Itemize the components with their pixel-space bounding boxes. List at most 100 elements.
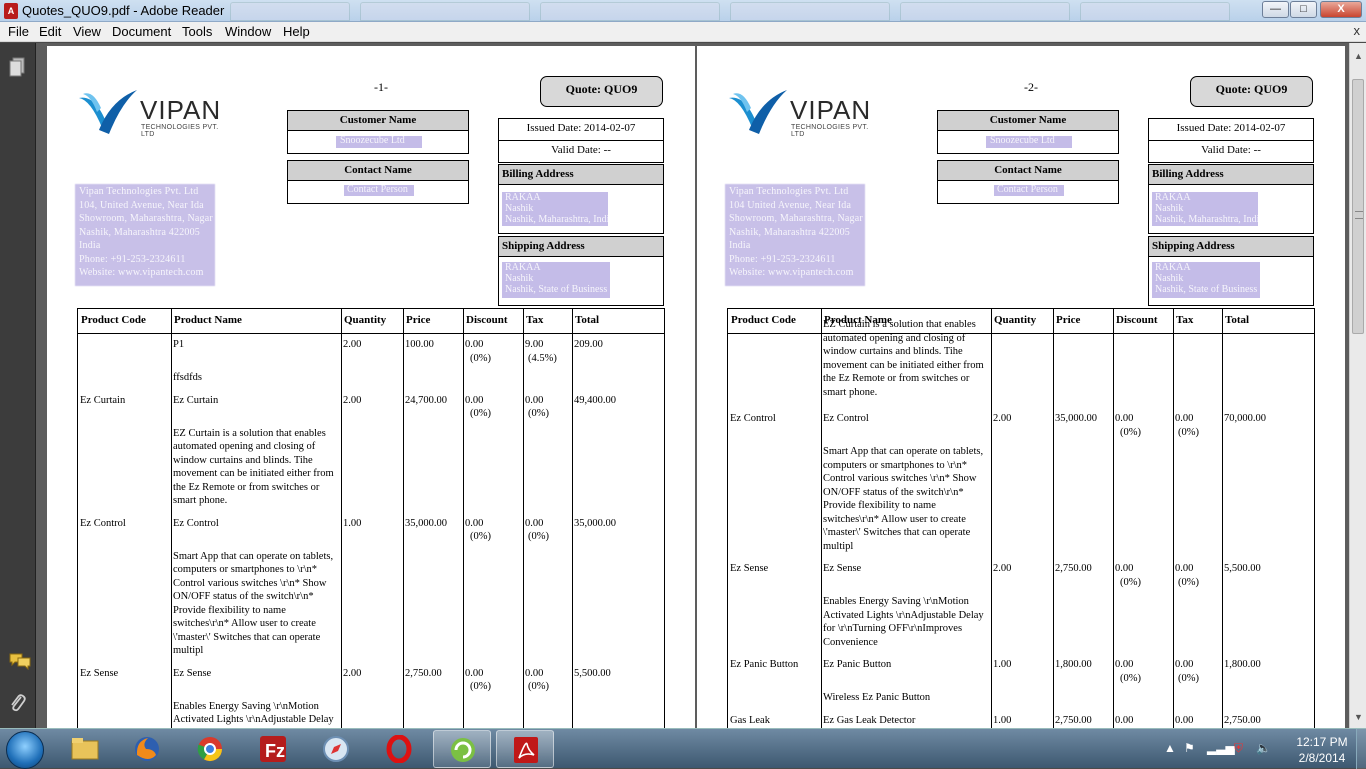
tax: 0.00 xyxy=(1175,714,1194,726)
table-header: Discount xyxy=(466,314,508,326)
taskbar-app[interactable] xyxy=(181,730,239,768)
discount-percent: (0%) xyxy=(470,531,491,542)
logo-subtitle: TECHNOLOGIES PVT. LTD xyxy=(141,124,219,138)
show-hidden-icons-icon[interactable]: ▲ xyxy=(1164,741,1176,755)
scroll-down-arrow-icon[interactable]: ▼ xyxy=(1354,712,1363,722)
pages-icon[interactable] xyxy=(9,57,27,77)
taskbar-app[interactable] xyxy=(307,730,365,768)
action-center-flag-icon[interactable]: ⚑ xyxy=(1184,741,1195,755)
taskbar-app[interactable] xyxy=(433,730,491,768)
close-button[interactable]: X xyxy=(1320,1,1362,18)
billing-address-label: Billing Address xyxy=(498,164,664,185)
menu-file[interactable]: File xyxy=(8,23,29,40)
taskbar-app[interactable] xyxy=(496,730,554,768)
window-title: Quotes_QUO9.pdf - Adobe Reader xyxy=(22,3,225,18)
taskbar-app[interactable] xyxy=(56,730,114,768)
product-description: Enables Energy Saving \r\nMotion Activat… xyxy=(823,596,984,648)
contact-name-value: Contact Person xyxy=(997,185,1058,195)
price: 2,750.00 xyxy=(405,667,442,679)
minimize-button[interactable]: — xyxy=(1262,1,1289,18)
app-icon xyxy=(448,736,478,764)
company-address-line: Website: www.vipantech.com xyxy=(729,267,854,278)
tax-percent: (0%) xyxy=(528,531,549,542)
comments-icon[interactable] xyxy=(9,652,31,671)
taskbar-app[interactable] xyxy=(118,730,176,768)
start-button[interactable] xyxy=(6,731,44,769)
menu-tools[interactable]: Tools xyxy=(182,23,212,40)
shipping-address-line: RAKAA xyxy=(505,262,541,273)
company-address-line: Website: www.vipantech.com xyxy=(79,267,204,278)
discount-percent: (0%) xyxy=(470,681,491,692)
shipping-address-box: RAKAA Nashik Nashik, State of Business xyxy=(498,257,664,306)
logo-wordmark: VIPAN xyxy=(790,95,872,125)
company-address-line: 104, United Avenue, Near Ida xyxy=(79,199,204,211)
menu-view[interactable]: View xyxy=(73,23,101,40)
table-header: Discount xyxy=(1116,314,1158,326)
contact-name-label: Contact Name xyxy=(287,160,469,181)
table-header: Product Name xyxy=(174,314,242,326)
discount-percent: (0%) xyxy=(470,408,491,419)
quantity: 1.00 xyxy=(993,659,1012,670)
discount-percent: (0%) xyxy=(1120,426,1141,438)
tax: 0.00 xyxy=(1175,413,1194,424)
menu-bar: File Edit View Document Tools Window Hel… xyxy=(0,22,1366,42)
customer-name-box: Snoozecube Ltd xyxy=(937,131,1119,154)
product-name: Ez Curtain xyxy=(173,394,219,406)
product-description: Smart App that can operate on tablets, c… xyxy=(823,446,984,552)
menu-document[interactable]: Document xyxy=(112,23,171,40)
table-header: Tax xyxy=(1176,314,1194,326)
product-description: ffsdfds xyxy=(173,372,202,383)
table-header: Product Code xyxy=(81,314,146,326)
pdf-icon: A xyxy=(4,3,18,19)
attachments-icon[interactable] xyxy=(9,693,27,712)
taskbar-app[interactable] xyxy=(370,730,428,768)
company-address-line: Phone: +91-253-2324611 xyxy=(729,253,836,265)
clock-time[interactable]: 12:17 PM xyxy=(1292,735,1352,749)
scrollbar-thumb[interactable] xyxy=(1352,79,1364,334)
price: 1,800.00 xyxy=(1055,659,1092,670)
taskbar-app[interactable]: Fz xyxy=(244,730,302,768)
billing-address-line: Nashik xyxy=(1155,203,1184,214)
discount-percent: (0%) xyxy=(470,352,491,364)
scroll-up-arrow-icon[interactable]: ▲ xyxy=(1354,51,1363,61)
product-description: Wireless Ez Panic Button xyxy=(823,692,931,703)
shipping-address-line: RAKAA xyxy=(1155,262,1191,273)
company-address-line: Phone: +91-253-2324611 xyxy=(79,253,186,265)
antivirus-shield-icon[interactable]: ⛨ xyxy=(1234,741,1243,756)
contact-name-box: Contact Person xyxy=(937,181,1119,204)
volume-icon[interactable]: 🔈 xyxy=(1256,741,1271,755)
contact-name-value: Contact Person xyxy=(347,185,408,195)
network-icon[interactable]: ▂▃▅ xyxy=(1207,741,1235,755)
vertical-scrollbar[interactable]: ▲ ▼ xyxy=(1349,43,1366,728)
menu-edit[interactable]: Edit xyxy=(39,23,61,40)
product-description: EZ Curtain is a solution that enables au… xyxy=(173,427,334,507)
product-name: Ez Gas Leak Detector xyxy=(823,714,916,726)
maximize-button[interactable]: □ xyxy=(1290,1,1317,18)
company-logo: VIPAN TECHNOLOGIES PVT. LTD xyxy=(77,86,227,142)
menu-help[interactable]: Help xyxy=(283,23,310,40)
contact-name-label: Contact Name xyxy=(937,160,1119,181)
shipping-address-label: Shipping Address xyxy=(1148,236,1314,257)
windows-explorer-icon xyxy=(70,735,100,763)
title-bar: A Quotes_QUO9.pdf - Adobe Reader — □ X xyxy=(0,0,1366,22)
page-number: -1- xyxy=(374,80,388,94)
product-code: Gas Leak xyxy=(730,714,770,726)
billing-address-box: RAKAA Nashik Nashik, Maharashtra, India xyxy=(498,185,664,234)
customer-name-value: Snoozecube Ltd xyxy=(990,136,1055,146)
show-desktop-button[interactable] xyxy=(1356,729,1366,769)
line-total: 5,500.00 xyxy=(1224,563,1261,574)
clock-date[interactable]: 2/8/2014 xyxy=(1292,751,1352,765)
price: 100.00 xyxy=(405,339,434,350)
quantity: 1.00 xyxy=(343,517,362,529)
company-address-line: Nashik, Maharashtra 422005 xyxy=(729,226,851,238)
tax-percent: (0%) xyxy=(1178,426,1199,438)
tax: 0.00 xyxy=(525,667,544,679)
menu-window[interactable]: Window xyxy=(225,23,271,40)
line-total: 5,500.00 xyxy=(574,667,611,679)
product-code: Ez Sense xyxy=(80,667,119,679)
product-name: Ez Sense xyxy=(823,563,862,574)
contact-name-box: Contact Person xyxy=(287,181,469,204)
company-address-line: India xyxy=(729,240,751,251)
document-close-button[interactable]: x xyxy=(1354,23,1361,38)
document-viewer[interactable]: -1- VIPAN TECHNOLOGIES PVT. LTD Vipan Techn… xyxy=(36,43,1349,728)
